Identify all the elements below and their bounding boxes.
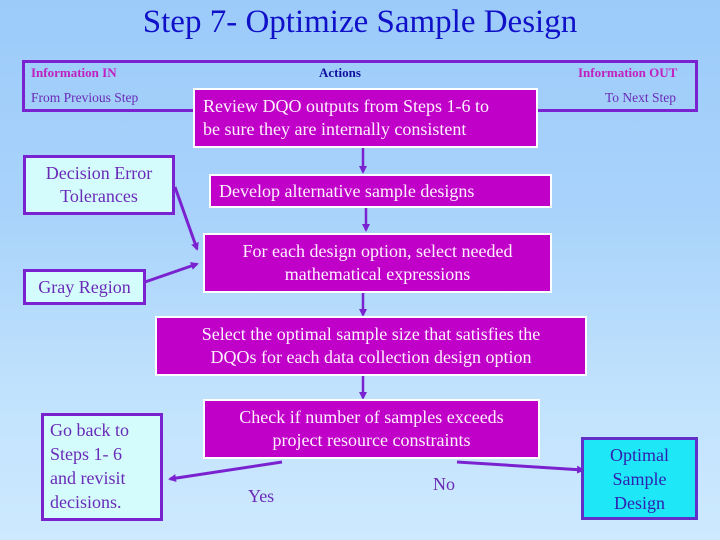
- output-line1: Optimal: [610, 444, 669, 465]
- action-review-line1: Review DQO outputs from Steps 1-6 to: [203, 96, 489, 116]
- input-gray-region-text: Gray Region: [38, 276, 131, 297]
- action-foreach-line1: For each design option, select needed: [242, 241, 513, 261]
- go-back-line1: Go back to: [50, 420, 129, 440]
- arrow-decision-error-to-foreach: [173, 186, 199, 251]
- action-check-line1: Check if number of samples exceeds: [239, 407, 504, 427]
- action-develop-designs: Develop alternative sample designs: [209, 174, 552, 208]
- arrow-gray-region-to-foreach: [144, 262, 199, 284]
- action-select-line1: Select the optimal sample size that sati…: [201, 324, 541, 344]
- arrow-no-to-output: [456, 460, 585, 474]
- action-foreach-line2: mathematical expressions: [284, 264, 471, 284]
- input-decision-error-text: Decision Error Tolerances: [45, 163, 153, 206]
- action-check-constraints: Check if number of samples exceeds proje…: [203, 399, 540, 459]
- branch-no-label: No: [433, 474, 455, 494]
- action-check-line2: project resource constraints: [272, 430, 471, 450]
- action-select-line2: DQOs for each data collection design opt…: [210, 347, 532, 367]
- action-review-dqo: Review DQO outputs from Steps 1-6 to be …: [193, 88, 538, 148]
- action-review-line2: be sure they are internally consistent: [203, 119, 467, 139]
- go-back-line3: and revisit: [50, 468, 126, 488]
- action-develop-line1: Develop alternative sample designs: [219, 180, 475, 201]
- output-line2: Sample: [612, 468, 667, 489]
- output-optimal-sample-design: Optimal Sample Design: [581, 437, 698, 520]
- arrow-yes-to-goback: [168, 460, 283, 483]
- input-decision-error-tolerances: Decision Error Tolerances: [23, 155, 175, 215]
- go-back-box: Go back to Steps 1- 6 and revisit decisi…: [41, 413, 163, 521]
- go-back-line2: Steps 1- 6: [50, 444, 122, 464]
- go-back-line4: decisions.: [50, 492, 122, 512]
- action-optimal-sample-size: Select the optimal sample size that sati…: [155, 316, 587, 376]
- branch-yes-label: Yes: [248, 486, 275, 506]
- action-select-expressions: For each design option, select needed ma…: [203, 233, 552, 293]
- input-gray-region: Gray Region: [23, 269, 146, 305]
- output-line3: Design: [614, 492, 665, 513]
